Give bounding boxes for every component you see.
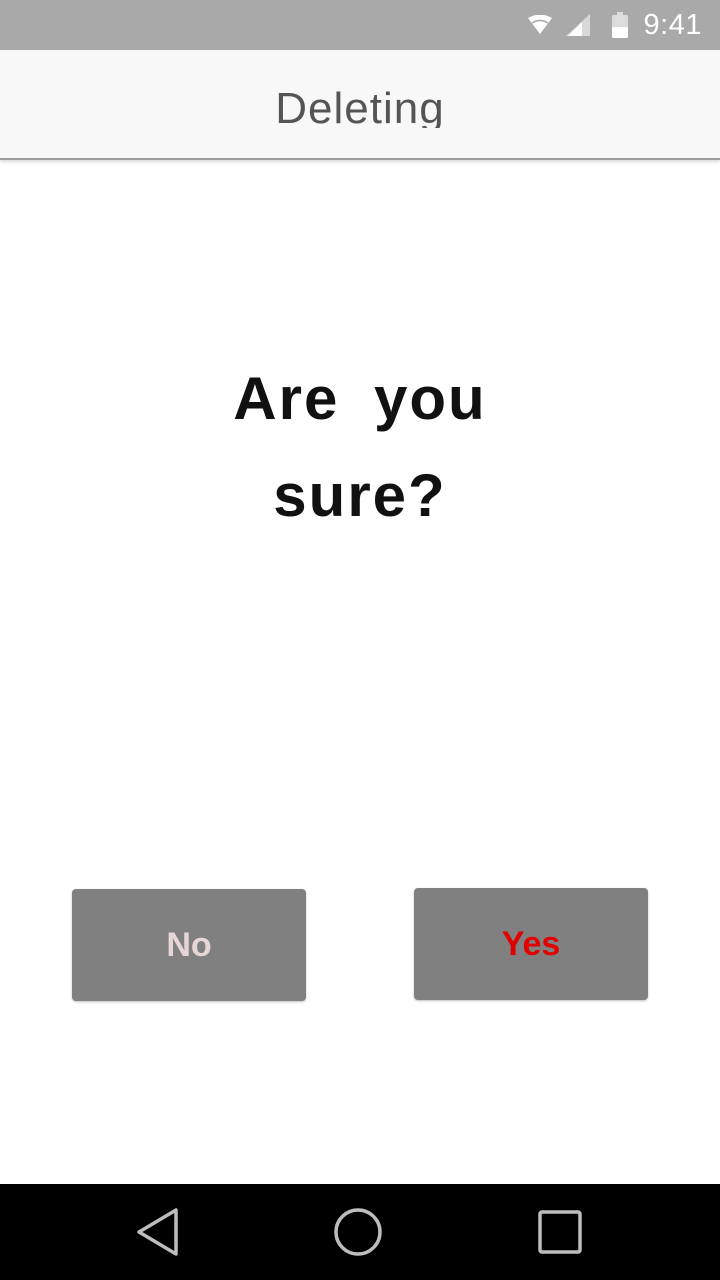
yes-button[interactable]: Yes	[414, 888, 648, 1000]
question-line-1: Are you	[233, 365, 487, 432]
question-line-2: sure?	[273, 462, 447, 529]
signal-icon	[565, 14, 590, 36]
no-button[interactable]: No	[72, 889, 306, 1001]
app-title: Deleting	[275, 84, 445, 128]
confirmation-question: Are you sure?	[0, 350, 720, 544]
status-bar: 9:41	[0, 0, 720, 50]
no-button-label: No	[166, 925, 212, 964]
app-bar: Deleting	[0, 50, 720, 160]
wifi-icon	[527, 15, 552, 34]
clock: 9:41	[643, 8, 702, 41]
navigation-bar	[0, 1184, 720, 1280]
app-title-container: Deleting	[0, 78, 720, 128]
yes-button-label: Yes	[501, 924, 561, 963]
home-button[interactable]	[328, 1202, 388, 1262]
back-button[interactable]	[128, 1202, 188, 1262]
back-icon	[137, 1208, 178, 1256]
screen: 9:41 Deleting Are you sure? No Yes	[0, 0, 720, 1280]
home-icon	[334, 1208, 382, 1256]
recents-icon	[538, 1210, 582, 1254]
status-icons: 9:41	[527, 0, 702, 50]
recents-button[interactable]	[530, 1202, 590, 1262]
battery-icon	[611, 12, 628, 38]
